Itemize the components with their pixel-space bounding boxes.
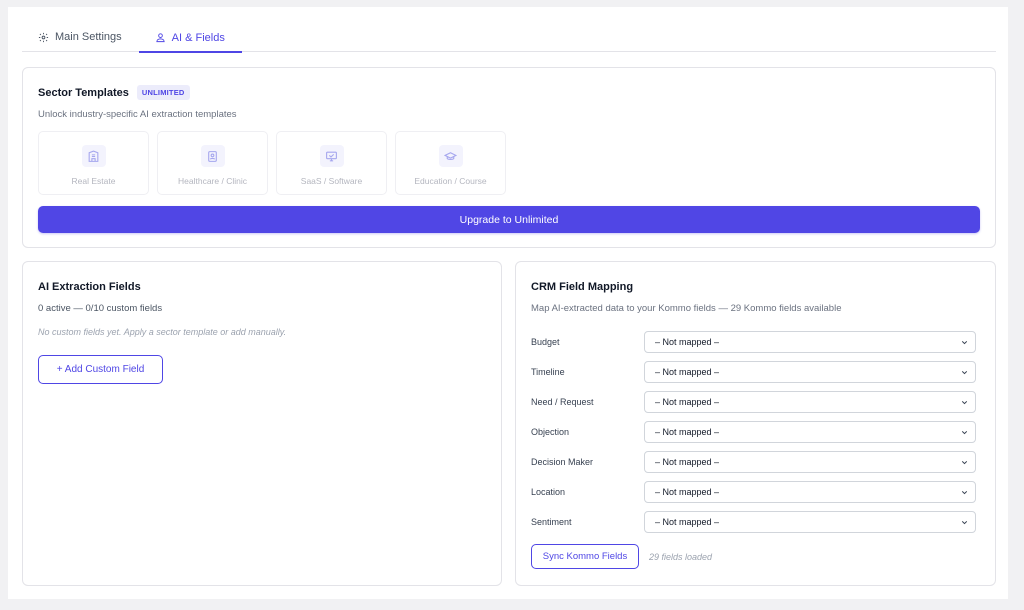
template-list: Real Estate Healthcare / Clinic SaaS / S… xyxy=(38,131,506,195)
chevron-down-icon xyxy=(961,430,968,434)
sentiment-select[interactable]: – Not mapped – xyxy=(644,511,976,533)
mapping-row-timeline: Timeline – Not mapped – xyxy=(531,357,977,387)
building-icon xyxy=(81,145,106,167)
chevron-down-icon xyxy=(961,340,968,344)
settings-page: Main Settings AI & Fields Sector Templat… xyxy=(8,7,1008,599)
select-value: – Not mapped – xyxy=(655,517,720,527)
mapping-row-location: Location – Not mapped – xyxy=(531,477,977,507)
sync-kommo-fields-button[interactable]: Sync Kommo Fields xyxy=(531,544,639,569)
objection-select[interactable]: – Not mapped – xyxy=(644,421,976,443)
chevron-down-icon xyxy=(961,490,968,494)
template-label: Education / Course xyxy=(414,176,487,186)
user-icon xyxy=(156,33,165,43)
chevron-down-icon xyxy=(961,370,968,374)
template-healthcare[interactable]: Healthcare / Clinic xyxy=(157,131,268,195)
upgrade-button[interactable]: Upgrade to Unlimited xyxy=(38,206,980,233)
sector-templates-subtitle: Unlock industry-specific AI extraction t… xyxy=(38,109,237,120)
select-value: – Not mapped – xyxy=(655,427,720,437)
sector-title-row: Sector Templates UNLIMITED xyxy=(38,85,190,100)
custom-field-count: 0 active — 0/10 custom fields xyxy=(38,303,163,314)
empty-state-text: No custom fields yet. Apply a sector tem… xyxy=(38,327,287,337)
template-label: Healthcare / Clinic xyxy=(178,176,247,186)
mapping-row-budget: Budget – Not mapped – xyxy=(531,327,977,357)
select-value: – Not mapped – xyxy=(655,367,720,377)
plan-badge: UNLIMITED xyxy=(136,85,190,100)
tab-label: Main Settings xyxy=(55,31,122,43)
mapping-label: Budget xyxy=(531,337,560,347)
sector-templates-card: Sector Templates UNLIMITED Unlock indust… xyxy=(22,67,996,248)
template-label: Real Estate xyxy=(71,176,116,186)
chevron-down-icon xyxy=(961,400,968,404)
mapping-row-need: Need / Request – Not mapped – xyxy=(531,387,977,417)
ai-extraction-title: AI Extraction Fields xyxy=(38,281,141,293)
budget-select[interactable]: – Not mapped – xyxy=(644,331,976,353)
sector-templates-title: Sector Templates xyxy=(38,86,129,99)
select-value: – Not mapped – xyxy=(655,487,720,497)
monitor-icon xyxy=(319,145,344,167)
template-label: SaaS / Software xyxy=(300,176,363,186)
mapping-list: Budget – Not mapped – Timeline – Not map… xyxy=(531,327,977,537)
mapping-label: Need / Request xyxy=(531,397,594,407)
decision-maker-select[interactable]: – Not mapped – xyxy=(644,451,976,473)
mapping-label: Timeline xyxy=(531,367,565,377)
mapping-label: Decision Maker xyxy=(531,457,594,467)
timeline-select[interactable]: – Not mapped – xyxy=(644,361,976,383)
location-select[interactable]: – Not mapped – xyxy=(644,481,976,503)
sync-status-text: 29 fields loaded xyxy=(649,551,713,562)
crm-mapping-subtitle: Map AI-extracted data to your Kommo fiel… xyxy=(531,303,842,314)
select-value: – Not mapped – xyxy=(655,397,720,407)
select-value: – Not mapped – xyxy=(655,457,720,467)
select-value: – Not mapped – xyxy=(655,337,720,347)
medical-badge-icon xyxy=(200,145,225,167)
sync-row: Sync Kommo Fields 29 fields loaded xyxy=(531,544,712,569)
ai-extraction-card: AI Extraction Fields 0 active — 0/10 cus… xyxy=(22,261,502,586)
mapping-row-sentiment: Sentiment – Not mapped – xyxy=(531,507,977,537)
chevron-down-icon xyxy=(961,520,968,524)
mapping-label: Location xyxy=(531,487,566,497)
need-request-select[interactable]: – Not mapped – xyxy=(644,391,976,413)
tab-main-settings[interactable]: Main Settings xyxy=(22,23,139,51)
tab-bar: Main Settings AI & Fields xyxy=(22,23,996,53)
crm-mapping-card: CRM Field Mapping Map AI-extracted data … xyxy=(515,261,996,586)
mapping-label: Sentiment xyxy=(531,517,572,527)
mapping-label: Objection xyxy=(531,427,570,437)
add-custom-field-button[interactable]: + Add Custom Field xyxy=(38,355,163,384)
tab-label: AI & Fields xyxy=(171,31,225,44)
template-real-estate[interactable]: Real Estate xyxy=(38,131,149,195)
crm-mapping-title: CRM Field Mapping xyxy=(531,281,634,293)
mapping-row-decision-maker: Decision Maker – Not mapped – xyxy=(531,447,977,477)
template-education[interactable]: Education / Course xyxy=(395,131,506,195)
graduation-cap-icon xyxy=(438,145,463,167)
gear-icon xyxy=(38,32,49,42)
mapping-row-objection: Objection – Not mapped – xyxy=(531,417,977,447)
chevron-down-icon xyxy=(961,460,968,464)
tab-ai-fields[interactable]: AI & Fields xyxy=(138,23,242,53)
template-saas[interactable]: SaaS / Software xyxy=(276,131,387,195)
